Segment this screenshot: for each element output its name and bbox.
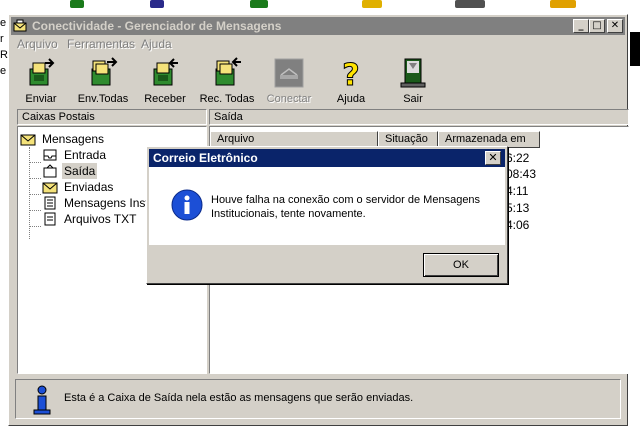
- ajuda-label: Ajuda: [336, 93, 366, 105]
- dialog-title-bar[interactable]: Correio Eletrônico ✕: [149, 149, 505, 167]
- ajuda-button[interactable]: ? Ajuda: [325, 57, 377, 109]
- info-figure-icon: [33, 385, 51, 415]
- dialog-message-area: Houve falha na conexão com o servidor de…: [149, 167, 505, 245]
- minimize-button[interactable]: _: [573, 19, 589, 33]
- window-title: Conectividade - Gerenciador de Mensagens: [32, 19, 282, 33]
- maximize-button[interactable]: □: [589, 19, 605, 33]
- receber-label: Receber: [144, 93, 186, 105]
- desktop-icon-fragment: [70, 0, 84, 8]
- desktop-icon-fragment: [455, 0, 485, 8]
- list-cell-time: 5:13: [506, 201, 530, 215]
- mail-folder-icon: [20, 134, 36, 146]
- list-cell-time: 6:22: [506, 151, 530, 165]
- toolbar: Enviar Env.Todas Receber Rec. Todas Cone…: [11, 55, 625, 109]
- enviar-todas-button[interactable]: Env.Todas: [77, 57, 129, 109]
- desktop-text-fragment: e: [0, 17, 7, 29]
- menu-ajuda[interactable]: Ajuda: [141, 35, 172, 53]
- caixas-postais-header: Caixas Postais: [17, 109, 207, 125]
- desktop-icon-fragment: [550, 0, 576, 8]
- app-mail-icon: [13, 19, 27, 32]
- outbox-icon: [43, 164, 57, 178]
- status-bar: Esta é a Caixa de Saída nela estão as me…: [15, 379, 621, 419]
- sair-label: Sair: [403, 93, 423, 105]
- desktop-text-fragment: e: [0, 65, 7, 77]
- receber-todas-button[interactable]: Rec. Todas: [200, 57, 254, 109]
- desktop-text-fragment: Rl: [0, 49, 11, 61]
- desktop-background-right: [628, 14, 640, 434]
- conectar-button[interactable]: Conectar: [263, 57, 315, 109]
- help-icon: ?: [342, 58, 360, 90]
- enviar-button[interactable]: Enviar: [15, 57, 67, 109]
- institutional-messages-icon: [44, 196, 56, 210]
- title-bar[interactable]: Conectividade - Gerenciador de Mensagens…: [11, 17, 625, 35]
- env-todas-label: Env.Todas: [77, 93, 129, 105]
- tree-line: [29, 210, 41, 211]
- error-dialog: Correio Eletrônico ✕ Houve falha na cone…: [146, 146, 508, 284]
- tree-item-label: Arquivos TXT: [64, 212, 137, 226]
- receber-button[interactable]: Receber: [139, 57, 191, 109]
- tree-item-label: Enviadas: [64, 180, 114, 194]
- menu-ferramentas[interactable]: Ferramentas: [67, 35, 135, 53]
- list-cell-time: 4:11: [506, 184, 529, 198]
- desktop-icon-fragment: [250, 0, 268, 8]
- list-cell-time: 08:43: [506, 167, 537, 181]
- close-button[interactable]: ✕: [607, 19, 623, 33]
- receive-icon: [153, 58, 178, 86]
- receive-all-icon: [215, 57, 241, 86]
- desktop-text-fragment: r: [0, 33, 4, 45]
- tree-line: [29, 178, 41, 179]
- send-icon: [29, 58, 55, 86]
- status-text: Esta é a Caixa de Saída nela estão as me…: [64, 392, 414, 404]
- sent-icon: [42, 182, 58, 194]
- dialog-title: Correio Eletrônico: [153, 151, 258, 165]
- exit-icon: [400, 58, 426, 88]
- inbox-icon: [43, 149, 57, 161]
- ok-button[interactable]: OK: [423, 253, 499, 277]
- desktop-icon-fragment: [362, 0, 382, 8]
- tree-line: [29, 162, 41, 163]
- tree-item-label: Saída: [62, 163, 98, 179]
- send-all-icon: [91, 57, 118, 86]
- sair-button[interactable]: Sair: [387, 57, 439, 109]
- tree-line: [29, 226, 41, 227]
- conectar-label: Conectar: [266, 93, 312, 105]
- enviar-label: Enviar: [25, 93, 57, 105]
- connect-icon: [274, 58, 304, 88]
- dialog-close-button[interactable]: ✕: [485, 151, 501, 165]
- desktop-background-strip: [0, 0, 640, 14]
- tree-item-label: Entrada: [64, 148, 107, 162]
- menu-bar: Arquivo Ferramentas Ajuda: [11, 35, 625, 53]
- tree-line: [29, 194, 41, 195]
- menu-arquivo[interactable]: Arquivo: [17, 35, 58, 53]
- list-cell-time: 4:06: [506, 218, 530, 232]
- info-icon: [171, 189, 203, 221]
- rec-todas-label: Rec. Todas: [199, 93, 255, 105]
- dialog-message: Houve falha na conexão com o servidor de…: [211, 194, 481, 220]
- txt-file-icon: [44, 212, 56, 226]
- svg-text:?: ?: [342, 58, 359, 89]
- tree-root-label: Mensagens: [42, 132, 105, 146]
- desktop-fragment: [630, 32, 640, 66]
- desktop-icon-fragment: [150, 0, 164, 8]
- saida-header: Saída: [209, 109, 629, 125]
